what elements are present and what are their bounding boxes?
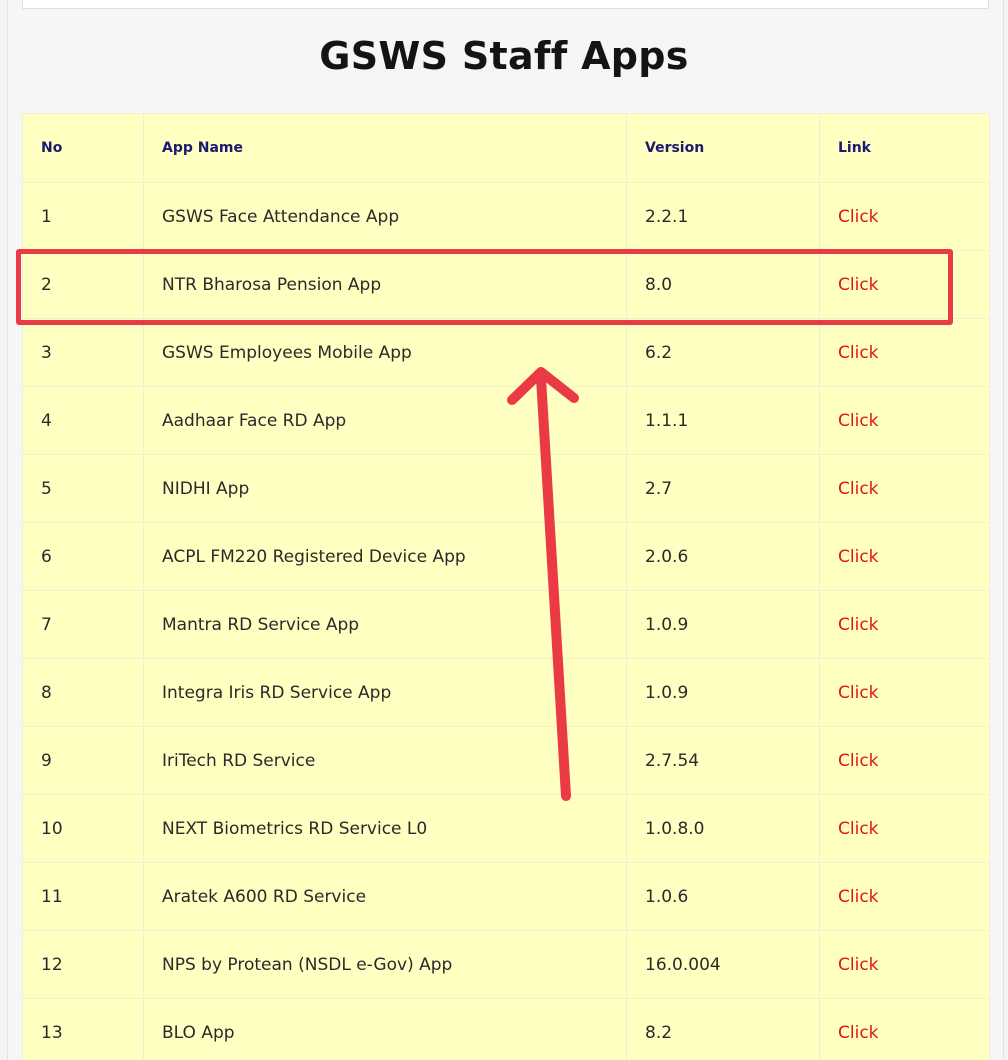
top-box <box>22 0 989 9</box>
download-link[interactable]: Click <box>838 751 879 771</box>
cell-version: 1.0.9 <box>626 590 820 659</box>
cell-app-name: GSWS Face Attendance App <box>143 182 627 251</box>
cell-link: Click <box>819 998 990 1060</box>
table-row: 9 IriTech RD Service 2.7.54 Click <box>22 726 990 795</box>
table-row: 5 NIDHI App 2.7 Click <box>22 454 990 523</box>
cell-version: 2.7.54 <box>626 726 820 795</box>
download-link[interactable]: Click <box>838 343 879 363</box>
download-link[interactable]: Click <box>838 1023 879 1043</box>
apps-table: No App Name Version Link 1 GSWS Face Att… <box>22 113 990 1060</box>
header-no: No <box>22 113 144 183</box>
cell-app-name: IriTech RD Service <box>143 726 627 795</box>
table-row: 4 Aadhaar Face RD App 1.1.1 Click <box>22 386 990 455</box>
header-version: Version <box>626 113 820 183</box>
cell-no: 8 <box>22 658 144 727</box>
download-link[interactable]: Click <box>838 683 879 703</box>
cell-no: 4 <box>22 386 144 455</box>
cell-link: Click <box>819 386 990 455</box>
table-row: 1 GSWS Face Attendance App 2.2.1 Click <box>22 182 990 251</box>
cell-version: 2.7 <box>626 454 820 523</box>
cell-no: 9 <box>22 726 144 795</box>
cell-no: 7 <box>22 590 144 659</box>
cell-no: 2 <box>22 250 144 319</box>
cell-app-name: GSWS Employees Mobile App <box>143 318 627 387</box>
cell-version: 2.0.6 <box>626 522 820 591</box>
cell-app-name: ACPL FM220 Registered Device App <box>143 522 627 591</box>
cell-version: 1.0.8.0 <box>626 794 820 863</box>
cell-no: 6 <box>22 522 144 591</box>
cell-version: 8.2 <box>626 998 820 1060</box>
download-link[interactable]: Click <box>838 615 879 635</box>
cell-app-name: NTR Bharosa Pension App <box>143 250 627 319</box>
cell-link: Click <box>819 318 990 387</box>
header-app-name: App Name <box>143 113 627 183</box>
cell-link: Click <box>819 522 990 591</box>
header-link: Link <box>819 113 990 183</box>
page-title: GSWS Staff Apps <box>319 34 689 78</box>
cell-no: 10 <box>22 794 144 863</box>
download-link[interactable]: Click <box>838 479 879 499</box>
cell-version: 16.0.004 <box>626 930 820 999</box>
table-row: 11 Aratek A600 RD Service 1.0.6 Click <box>22 862 990 931</box>
cell-version: 6.2 <box>626 318 820 387</box>
cell-no: 3 <box>22 318 144 387</box>
cell-link: Click <box>819 590 990 659</box>
cell-no: 12 <box>22 930 144 999</box>
cell-no: 13 <box>22 998 144 1060</box>
cell-app-name: Mantra RD Service App <box>143 590 627 659</box>
table-row: 7 Mantra RD Service App 1.0.9 Click <box>22 590 990 659</box>
table-row: 6 ACPL FM220 Registered Device App 2.0.6… <box>22 522 990 591</box>
table-row: 12 NPS by Protean (NSDL e-Gov) App 16.0.… <box>22 930 990 999</box>
cell-link: Click <box>819 454 990 523</box>
cell-no: 11 <box>22 862 144 931</box>
table-row: 8 Integra Iris RD Service App 1.0.9 Clic… <box>22 658 990 727</box>
download-link[interactable]: Click <box>838 275 879 295</box>
cell-link: Click <box>819 182 990 251</box>
download-link[interactable]: Click <box>838 547 879 567</box>
cell-app-name: NPS by Protean (NSDL e-Gov) App <box>143 930 627 999</box>
cell-link: Click <box>819 658 990 727</box>
download-link[interactable]: Click <box>838 411 879 431</box>
cell-version: 1.1.1 <box>626 386 820 455</box>
download-link[interactable]: Click <box>838 819 879 839</box>
cell-link: Click <box>819 726 990 795</box>
table-row: 3 GSWS Employees Mobile App 6.2 Click <box>22 318 990 387</box>
cell-link: Click <box>819 862 990 931</box>
cell-no: 1 <box>22 182 144 251</box>
cell-app-name: NIDHI App <box>143 454 627 523</box>
cell-app-name: NEXT Biometrics RD Service L0 <box>143 794 627 863</box>
table-header-row: No App Name Version Link <box>22 113 990 183</box>
download-link[interactable]: Click <box>838 955 879 975</box>
table-row: 13 BLO App 8.2 Click <box>22 998 990 1060</box>
cell-app-name: BLO App <box>143 998 627 1060</box>
cell-link: Click <box>819 930 990 999</box>
table-row: 2 NTR Bharosa Pension App 8.0 Click <box>22 250 990 319</box>
cell-app-name: Aadhaar Face RD App <box>143 386 627 455</box>
cell-version: 2.2.1 <box>626 182 820 251</box>
cell-link: Click <box>819 794 990 863</box>
table-row: 10 NEXT Biometrics RD Service L0 1.0.8.0… <box>22 794 990 863</box>
cell-version: 1.0.9 <box>626 658 820 727</box>
download-link[interactable]: Click <box>838 207 879 227</box>
cell-link: Click <box>819 250 990 319</box>
page: GSWS Staff Apps No App Name Version Link… <box>0 0 1008 1060</box>
cell-no: 5 <box>22 454 144 523</box>
cell-app-name: Integra Iris RD Service App <box>143 658 627 727</box>
cell-version: 1.0.6 <box>626 862 820 931</box>
cell-version: 8.0 <box>626 250 820 319</box>
cell-app-name: Aratek A600 RD Service <box>143 862 627 931</box>
download-link[interactable]: Click <box>838 887 879 907</box>
